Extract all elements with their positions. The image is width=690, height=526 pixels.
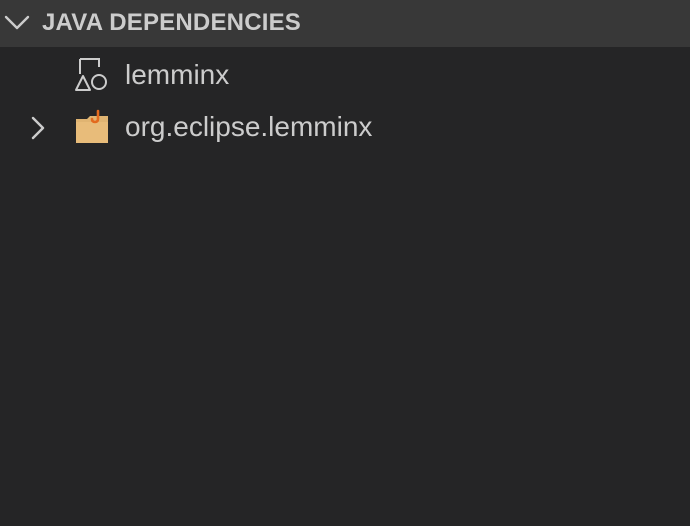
java-dependencies-panel: JAVA DEPENDENCIES lemminx org.eclipse.le… — [0, 0, 690, 526]
tree-item-label: org.eclipse.lemminx — [125, 111, 373, 142]
section-title: JAVA DEPENDENCIES — [42, 9, 302, 36]
tree-item-label: lemminx — [125, 59, 230, 90]
java-package-icon — [76, 109, 108, 143]
tree-item-lemminx[interactable]: lemminx — [0, 49, 690, 101]
tree-item-org-eclipse-lemminx[interactable]: org.eclipse.lemminx — [0, 101, 690, 153]
chevron-right-icon[interactable] — [27, 115, 49, 141]
chevron-down-icon[interactable] — [3, 11, 31, 35]
java-dependencies-section-header[interactable]: JAVA DEPENDENCIES — [0, 0, 690, 47]
project-icon — [75, 58, 107, 91]
